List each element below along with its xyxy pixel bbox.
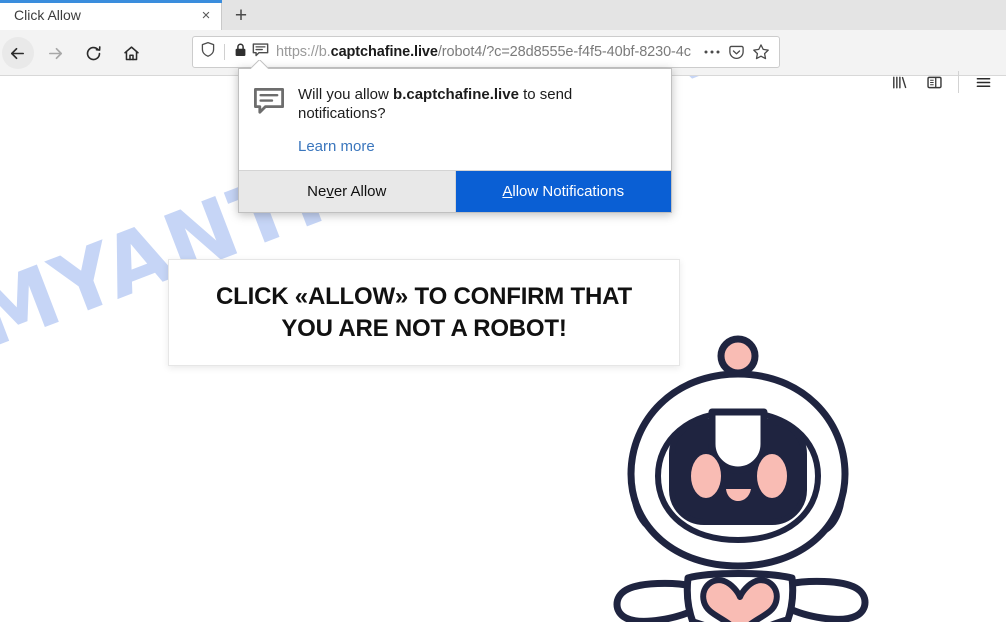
home-button[interactable] [116, 38, 146, 68]
question-prefix: Will you allow [298, 86, 394, 103]
doorhanger-body: Will you allow b.captchafine.live to sen… [239, 69, 671, 170]
new-tab-button[interactable]: + [229, 4, 253, 28]
hamburger-menu-icon [976, 77, 990, 87]
reload-icon [86, 45, 101, 60]
tracking-protection-shield-icon[interactable] [200, 41, 216, 63]
page-headline: CLICK «ALLOW» TO CONFIRM THAT YOU ARE NO… [216, 282, 632, 342]
never-allow-before: Ne [307, 183, 327, 200]
url-scheme: https://b. [276, 44, 331, 60]
allow-accesskey: A [502, 183, 513, 200]
allow-after: llow Notifications [512, 183, 625, 200]
permission-question: Will you allow b.captchafine.live to sen… [298, 85, 655, 123]
robot-graphic [613, 335, 869, 622]
back-button[interactable] [2, 38, 32, 68]
app-menu-button[interactable] [968, 68, 998, 96]
sidebar-button[interactable] [919, 68, 949, 96]
toolbar-icons [884, 68, 998, 96]
bookmark-star-icon[interactable] [752, 43, 770, 61]
toolbar-divider [958, 71, 959, 93]
sidebar-icon [926, 76, 942, 88]
notification-permission-doorhanger: Will you allow b.captchafine.live to sen… [238, 68, 672, 213]
never-allow-button[interactable]: Ne v er Allow [239, 171, 456, 212]
question-domain: b.captchafine.live [393, 86, 519, 103]
notification-bubble-icon [253, 85, 285, 156]
home-icon [123, 45, 139, 60]
doorhanger-buttons: Ne v er Allow Allow Notifications [239, 170, 671, 212]
tab-active-indicator [0, 0, 222, 3]
tab-click-allow[interactable]: Click Allow [0, 0, 222, 30]
browser-chrome: Click Allow × + https://b.captchafine.li… [0, 0, 1006, 93]
never-allow-after: er Allow [333, 183, 387, 200]
reload-button[interactable] [78, 38, 108, 68]
tab-strip: Click Allow × + [0, 0, 1006, 30]
tab-title: Click Allow [14, 7, 81, 23]
doorhanger-content: Will you allow b.captchafine.live to sen… [298, 85, 655, 156]
promo-card: CLICK «ALLOW» TO CONFIRM THAT YOU ARE NO… [168, 259, 680, 366]
arrow-right-icon [48, 47, 62, 59]
never-allow-accesskey: v [326, 183, 334, 200]
url-bar-separator [224, 44, 225, 60]
tab-close-icon[interactable]: × [196, 7, 216, 25]
library-icon [892, 76, 906, 88]
pocket-icon[interactable] [728, 44, 745, 61]
padlock-icon[interactable] [233, 42, 248, 63]
page-actions-ellipsis-icon[interactable] [703, 49, 721, 55]
arrow-left-icon [10, 47, 24, 59]
url-bar-actions [703, 43, 779, 61]
url-bar[interactable]: https://b.captchafine.live/robot4/?c=28d… [192, 36, 780, 68]
robot-mascot-illustration [596, 334, 896, 622]
url-domain: captchafine.live [330, 44, 438, 60]
url-text[interactable]: https://b.captchafine.live/robot4/?c=28d… [269, 44, 703, 60]
url-path: /robot4/?c=28d8555e-f4f5-40bf-8230-4c [437, 44, 691, 60]
forward-button[interactable] [40, 38, 70, 68]
library-button[interactable] [884, 68, 914, 96]
doorhanger-arrow [251, 60, 269, 69]
browser-window: Click Allow × + https://b.captchafine.li… [0, 0, 1006, 622]
learn-more-link[interactable]: Learn more [298, 138, 375, 155]
allow-notifications-button[interactable]: Allow Notifications [455, 171, 671, 212]
